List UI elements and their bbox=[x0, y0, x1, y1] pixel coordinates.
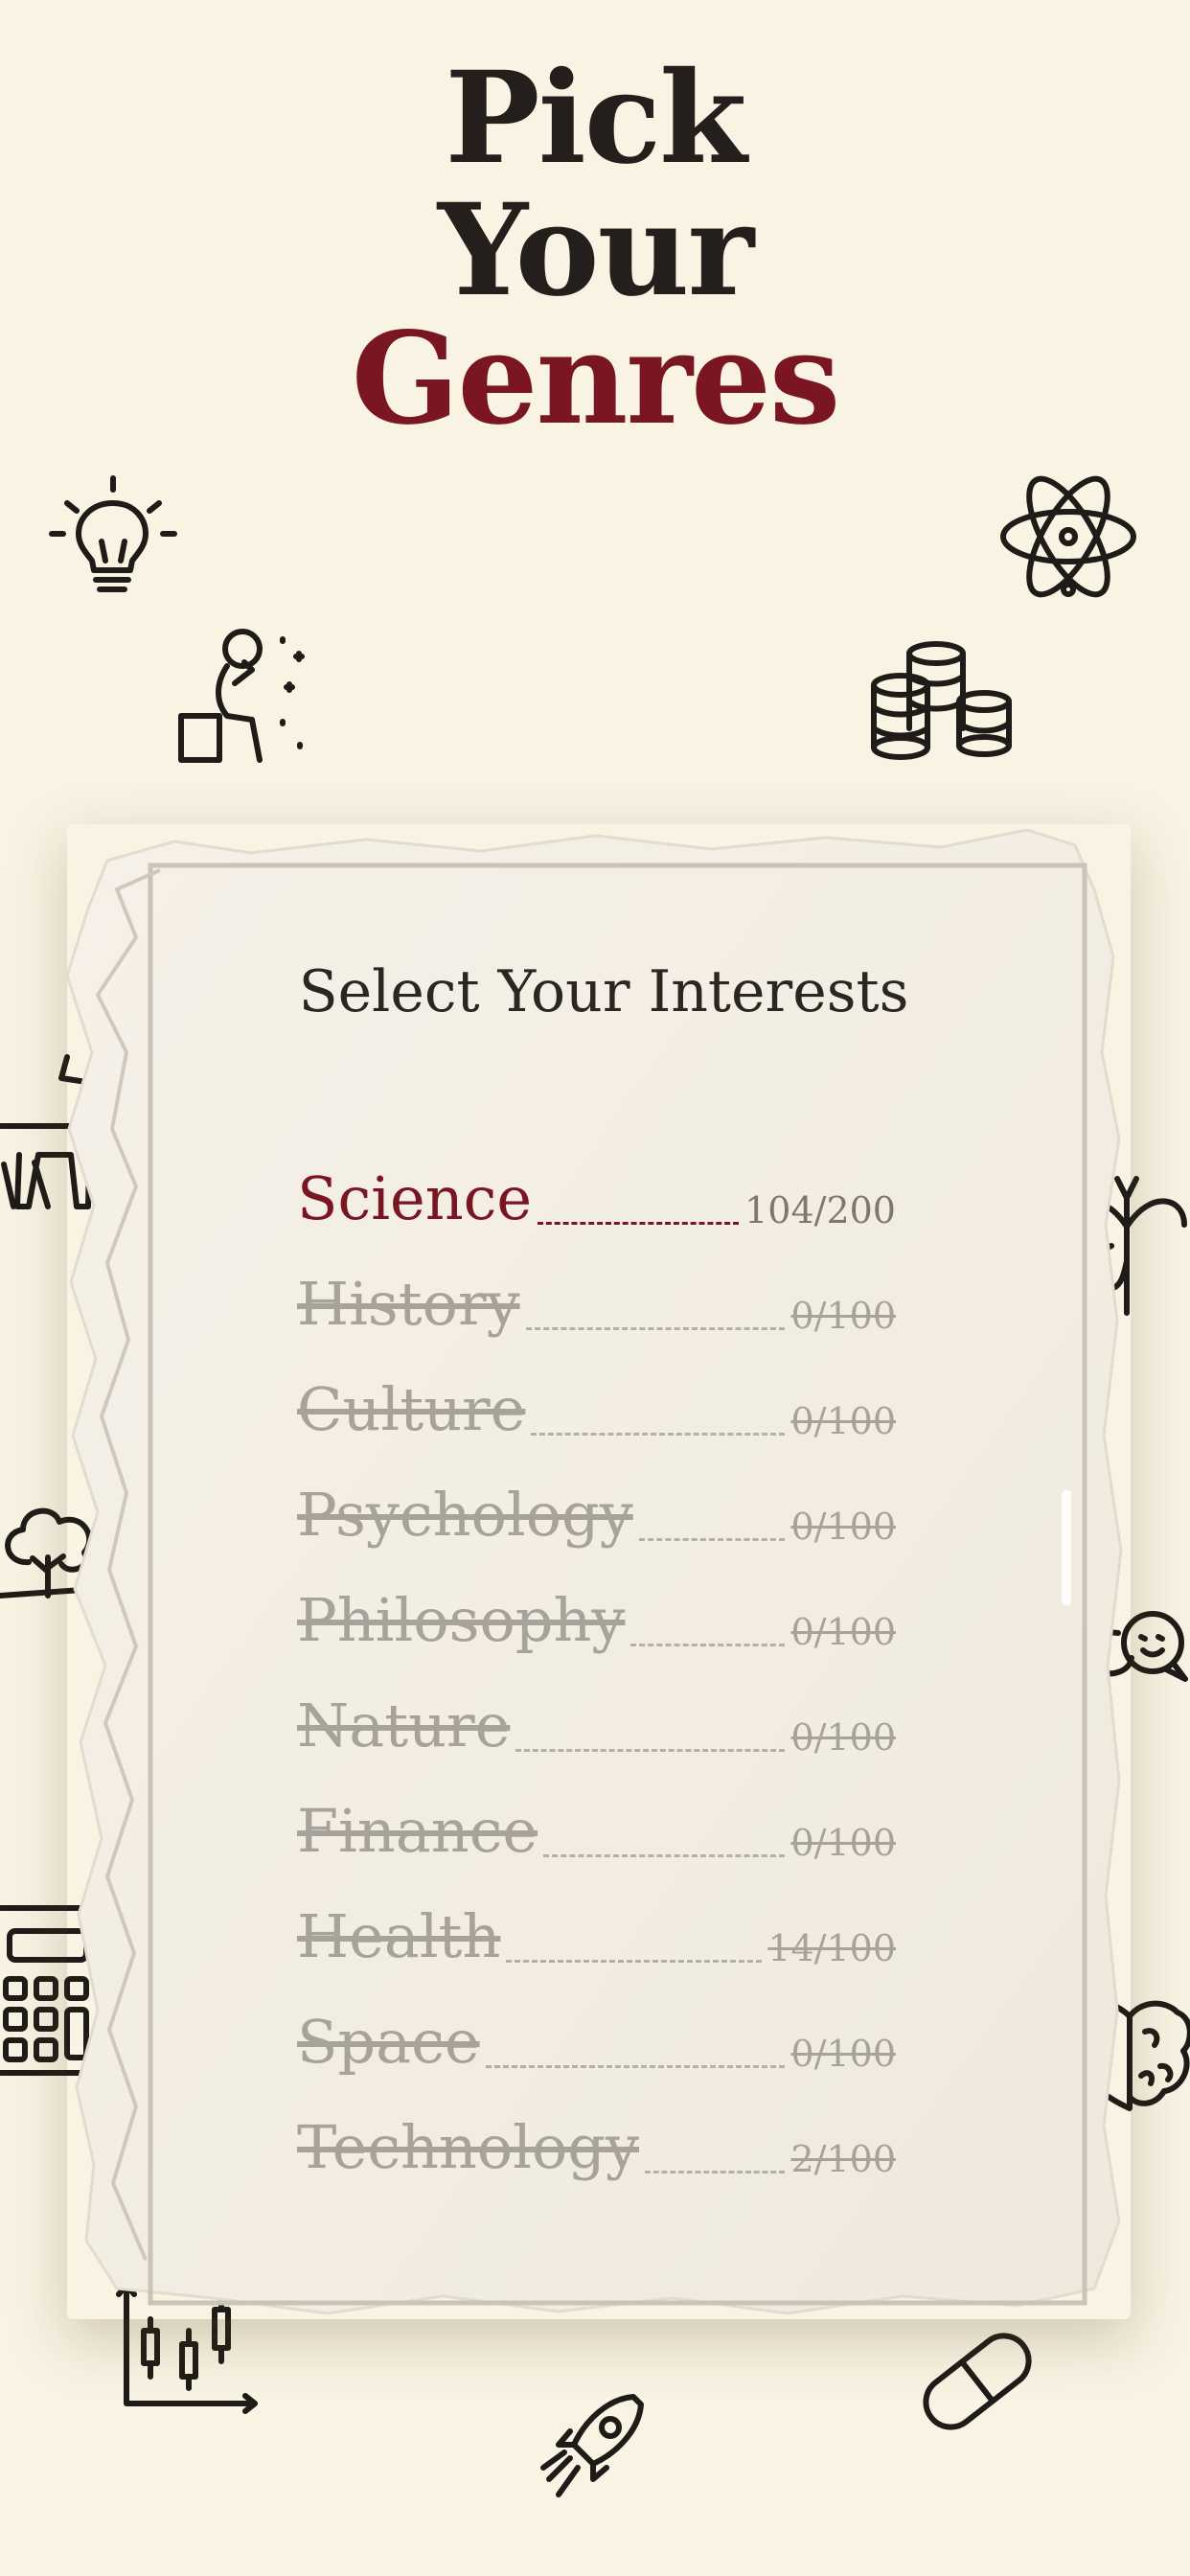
genre-name: Health bbox=[297, 1901, 501, 1971]
genre-name: Philosophy bbox=[297, 1585, 626, 1655]
thinker-icon bbox=[177, 628, 321, 767]
genre-row-history[interactable]: History 0/100 bbox=[297, 1246, 896, 1351]
dotted-leader bbox=[485, 2065, 786, 2068]
genre-name: Culture bbox=[297, 1374, 526, 1444]
genre-count: 2/100 bbox=[790, 2138, 896, 2180]
genre-row-philosophy[interactable]: Philosophy 0/100 bbox=[297, 1562, 896, 1668]
dotted-leader bbox=[531, 1433, 786, 1436]
genre-name: Psychology bbox=[297, 1480, 633, 1550]
genre-count: 0/100 bbox=[790, 2033, 896, 2075]
lightbulb-icon bbox=[48, 474, 177, 594]
genre-row-psychology[interactable]: Psychology 0/100 bbox=[297, 1457, 896, 1562]
genre-count: 14/100 bbox=[767, 1927, 896, 1969]
genre-picker-screen: Pick Your Genres Select Your Interests S… bbox=[0, 0, 1190, 2576]
card-title: Select Your Interests bbox=[298, 958, 909, 1025]
dotted-leader bbox=[543, 1854, 786, 1857]
dotted-leader bbox=[638, 1538, 786, 1541]
title-line-genres: Genres bbox=[351, 305, 841, 453]
genre-count: 0/100 bbox=[790, 1295, 896, 1337]
genre-row-health[interactable]: Health 14/100 bbox=[297, 1878, 896, 1984]
dotted-leader bbox=[525, 1327, 786, 1330]
pill-icon bbox=[915, 2324, 1040, 2439]
coins-icon bbox=[867, 641, 1016, 762]
title-line-pick: Pick bbox=[445, 44, 746, 193]
genre-count: 104/200 bbox=[744, 1189, 896, 1231]
genre-count: 0/100 bbox=[790, 1400, 896, 1442]
genre-count: 0/100 bbox=[790, 1716, 896, 1759]
scrollbar-indicator[interactable] bbox=[1062, 1490, 1071, 1605]
dotted-leader bbox=[506, 1960, 763, 1963]
genre-name: Science bbox=[297, 1163, 533, 1233]
genre-row-space[interactable]: Space 0/100 bbox=[297, 1984, 896, 2089]
genre-row-nature[interactable]: Nature 0/100 bbox=[297, 1668, 896, 1773]
atom-icon bbox=[996, 465, 1140, 609]
dotted-leader bbox=[515, 1749, 786, 1752]
genre-list: Science 104/200 History 0/100 Culture 0/100 Ps… bbox=[297, 1140, 896, 2195]
genre-count: 0/100 bbox=[790, 1506, 896, 1548]
genre-row-science[interactable]: Science 104/200 bbox=[297, 1140, 896, 1246]
genre-name: History bbox=[297, 1269, 520, 1339]
dotted-leader bbox=[645, 2171, 786, 2174]
dotted-leader bbox=[538, 1222, 740, 1225]
dotted-leader bbox=[630, 1644, 786, 1646]
title-line-your: Your bbox=[437, 176, 754, 325]
genre-name: Finance bbox=[297, 1796, 538, 1866]
genre-name: Technology bbox=[297, 2112, 640, 2182]
genre-row-technology[interactable]: Technology 2/100 bbox=[297, 2089, 896, 2195]
genre-count: 0/100 bbox=[790, 1822, 896, 1864]
genre-row-finance[interactable]: Finance 0/100 bbox=[297, 1773, 896, 1878]
genre-row-culture[interactable]: Culture 0/100 bbox=[297, 1351, 896, 1457]
rocket-icon bbox=[540, 2391, 647, 2501]
genre-name: Space bbox=[297, 2007, 480, 2077]
genre-count: 0/100 bbox=[790, 1611, 896, 1653]
genre-name: Nature bbox=[297, 1690, 511, 1760]
